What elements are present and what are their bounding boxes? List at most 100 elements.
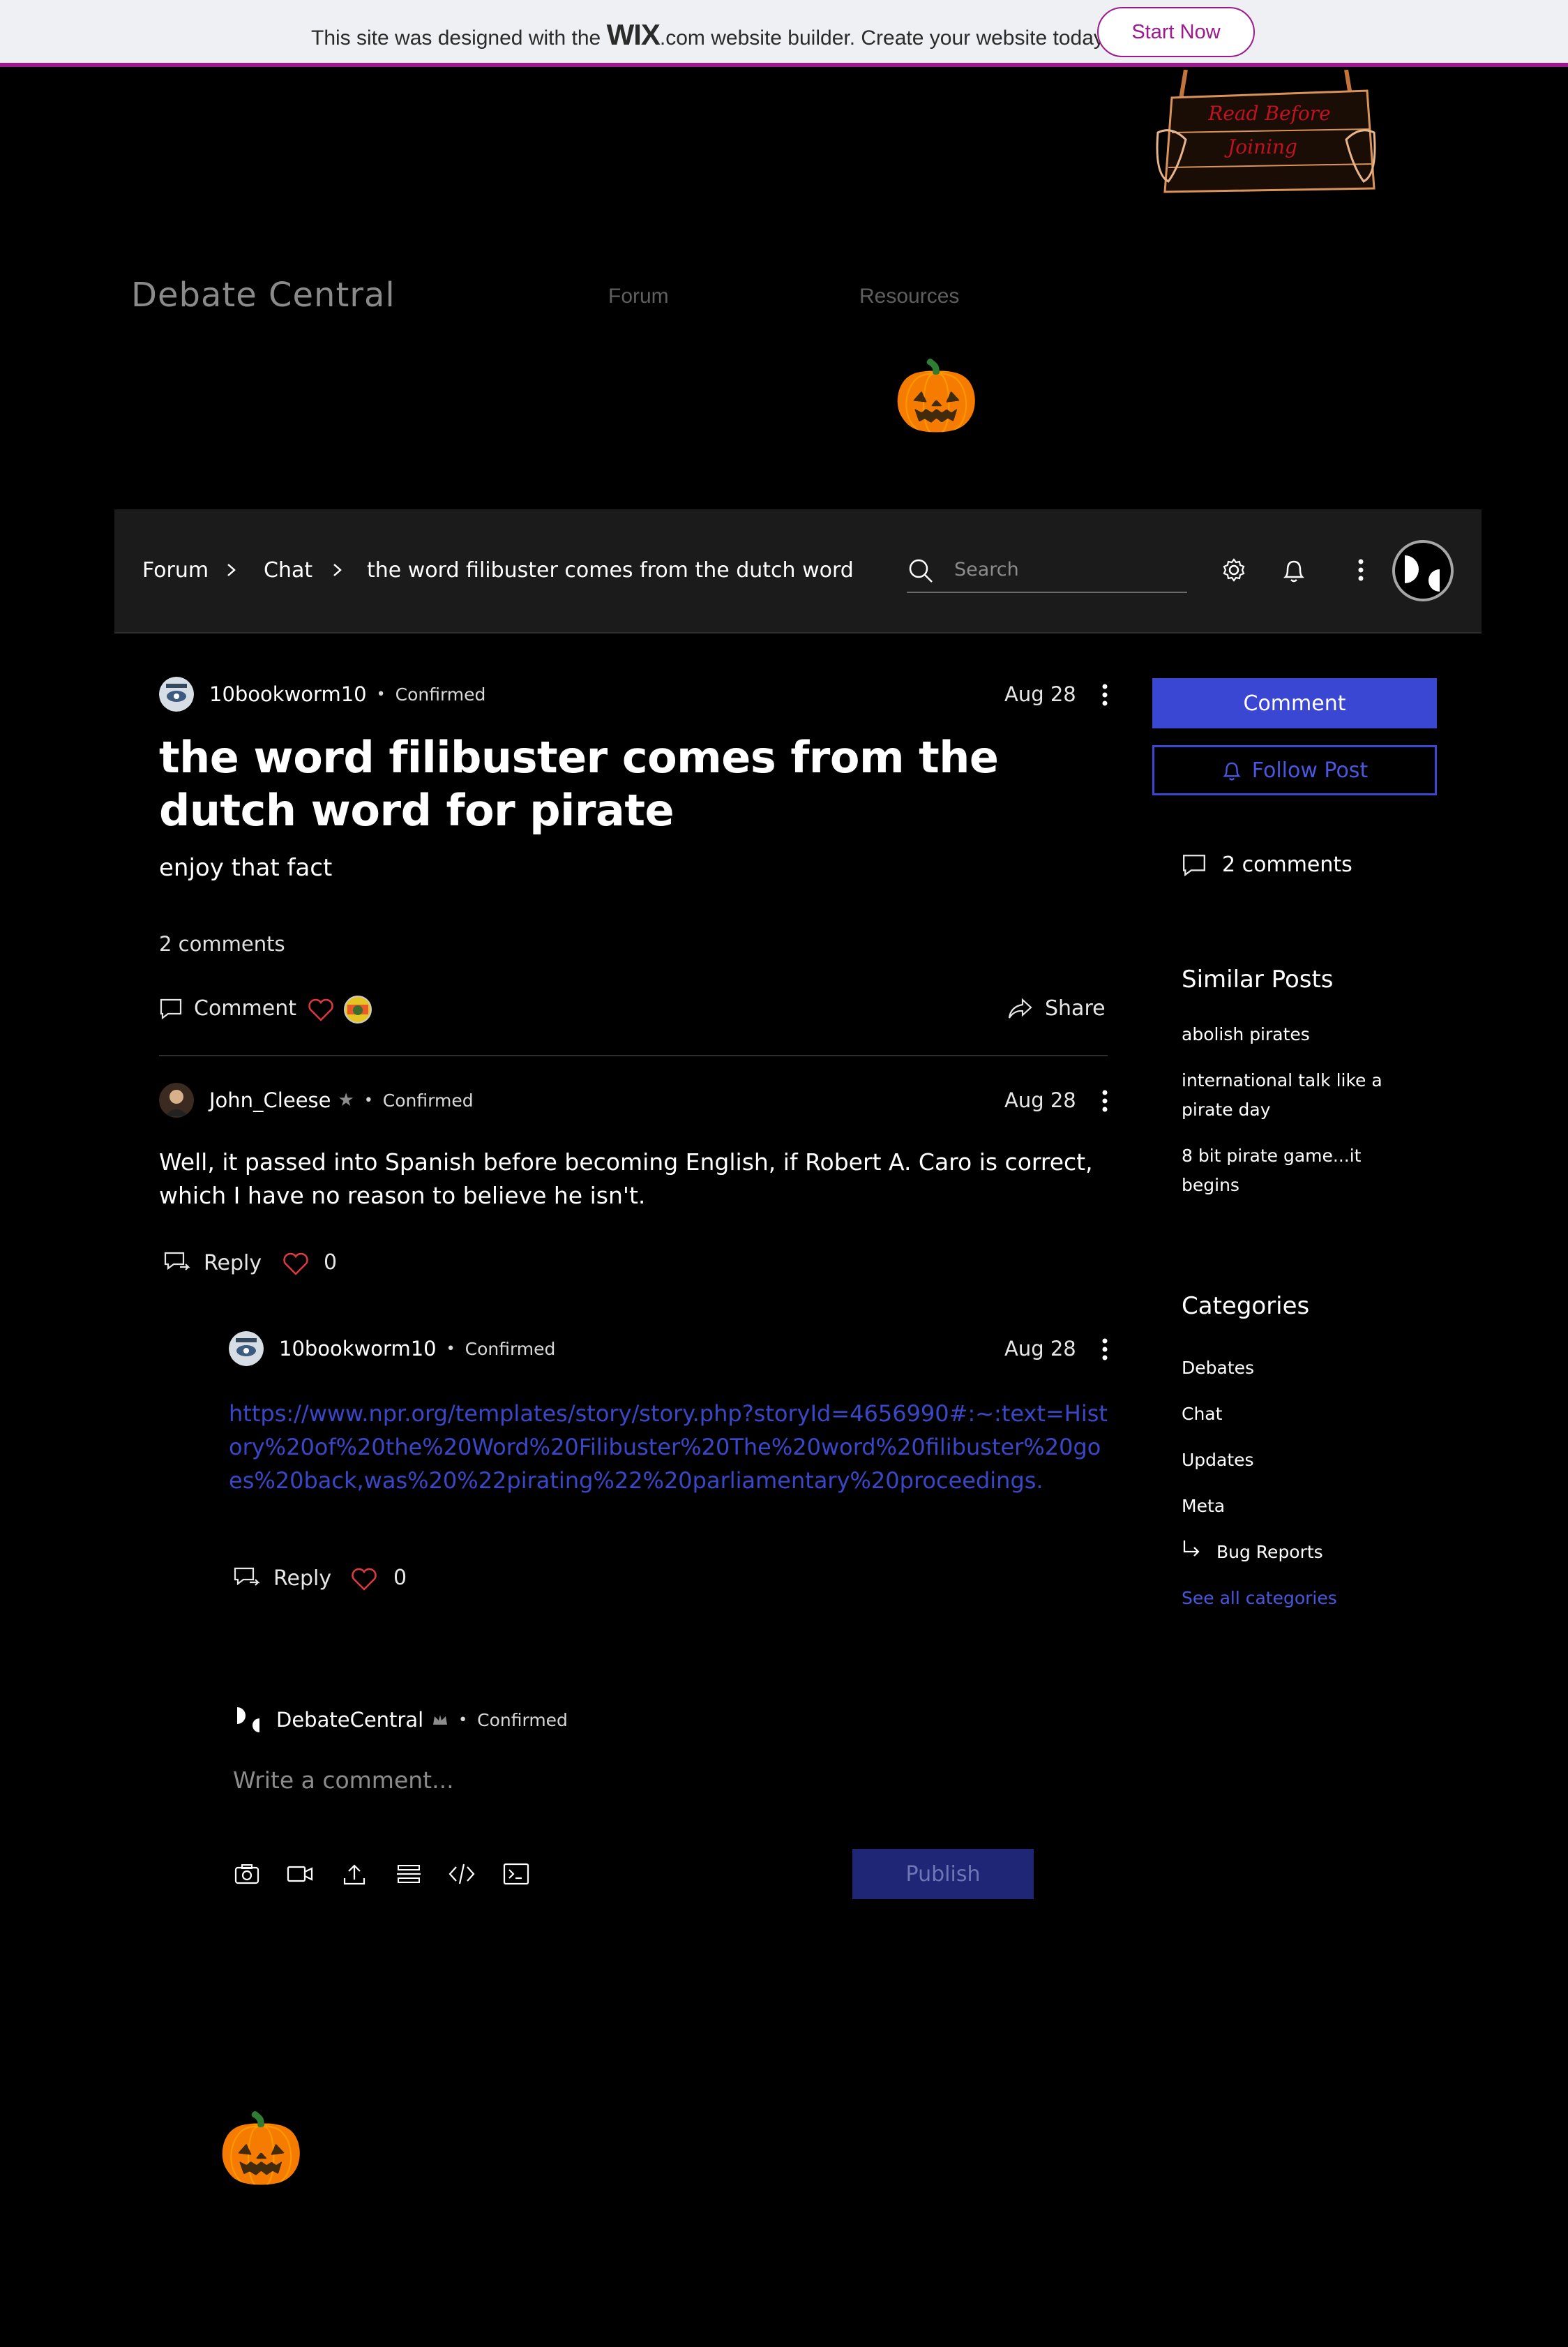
breadcrumb-chat[interactable]: Chat	[264, 558, 312, 583]
separator-dot: •	[376, 685, 386, 703]
wix-banner: This site was designed with the WIX.com …	[0, 0, 1568, 67]
bookworm-avatar-icon	[159, 677, 194, 712]
search-input[interactable]	[954, 555, 1177, 583]
reply-button[interactable]: Reply	[163, 1250, 262, 1275]
author-name[interactable]: John_Cleese	[209, 1088, 331, 1112]
like-count: 0	[324, 1250, 338, 1275]
author-name[interactable]: 10bookworm10	[209, 682, 367, 706]
category-link-bug-reports[interactable]: Bug Reports	[1216, 1538, 1447, 1567]
comment-input[interactable]: Write a comment...	[233, 1767, 454, 1794]
liker-avatar[interactable]	[343, 995, 372, 1024]
post-date: Aug 28	[1004, 682, 1076, 706]
notifications-button[interactable]	[1276, 553, 1311, 587]
crown-icon	[433, 1715, 448, 1725]
avatar[interactable]	[159, 1083, 194, 1118]
more-icon	[1358, 559, 1364, 581]
pumpkin-icon: 🎃	[218, 2108, 305, 2189]
code-icon[interactable]	[448, 1860, 476, 1888]
chevron-right-icon	[227, 564, 236, 576]
reply-button[interactable]: Reply	[233, 1566, 331, 1591]
heart-icon[interactable]	[307, 998, 335, 1023]
breadcrumb-current-post: the word filibuster comes from the dutch…	[367, 558, 855, 583]
confirmed-badge: Confirmed	[465, 1338, 556, 1359]
similar-posts-heading: Similar Posts	[1182, 966, 1334, 993]
john-cleese-avatar-icon	[159, 1083, 194, 1118]
post-title: the word filibuster comes from the dutch…	[159, 732, 999, 836]
subcategory-arrow-icon	[1183, 1540, 1200, 1557]
post-more-icon[interactable]	[1098, 681, 1112, 709]
like-count: 0	[393, 1566, 407, 1590]
comment-icon	[1183, 854, 1205, 876]
reply-author-row: 10bookworm10 • Confirmed	[229, 1331, 555, 1366]
comment-icon	[160, 998, 182, 1019]
chevron-right-icon	[333, 564, 342, 576]
share-icon	[1008, 997, 1032, 1019]
upload-icon[interactable]	[340, 1860, 368, 1888]
author-name[interactable]: 10bookworm10	[279, 1337, 437, 1360]
avatar[interactable]	[229, 1331, 264, 1366]
banner-text: This site was designed with the WIX.com …	[311, 18, 1108, 52]
separator-dot: •	[363, 1091, 373, 1109]
avatar[interactable]	[159, 677, 194, 712]
breadcrumb-forum[interactable]: Forum	[142, 558, 209, 583]
reply-more-icon[interactable]	[1098, 1335, 1112, 1363]
reply-icon	[234, 1567, 260, 1586]
category-link-meta[interactable]: Meta	[1182, 1492, 1412, 1521]
post-comment-button[interactable]: Comment	[159, 996, 296, 1021]
similar-post-link[interactable]: international talk like a pirate day	[1182, 1066, 1412, 1125]
debate-central-logo-icon	[1405, 555, 1440, 592]
comment-date: Aug 28	[1004, 1088, 1076, 1112]
search-icon	[909, 559, 933, 583]
user-avatar[interactable]	[1392, 540, 1454, 601]
confirmed-badge: Confirmed	[382, 1090, 474, 1111]
video-icon[interactable]	[286, 1860, 314, 1888]
post-body: enjoy that fact	[159, 854, 333, 882]
forum-toolbar: Forum Chat the word filibuster comes fro…	[114, 509, 1482, 633]
more-options-button[interactable]	[1343, 553, 1378, 587]
comment-button[interactable]: Comment	[1152, 678, 1437, 728]
divider-icon[interactable]	[395, 1860, 423, 1888]
divider	[159, 1055, 1108, 1056]
sign-text-line1: Read Before	[1207, 102, 1331, 125]
separator-dot: •	[458, 1711, 468, 1729]
category-link-debates[interactable]: Debates	[1182, 1354, 1412, 1383]
pumpkin-icon: 🎃	[893, 355, 980, 437]
follow-post-button[interactable]: Follow Post	[1152, 745, 1437, 795]
heart-icon[interactable]	[282, 1252, 310, 1277]
bookworm-avatar-icon	[229, 1331, 264, 1366]
category-link-updates[interactable]: Updates	[1182, 1446, 1412, 1475]
terminal-icon[interactable]	[502, 1860, 530, 1888]
nav-resources[interactable]: Resources	[859, 285, 959, 308]
wix-logo: WIX.com	[606, 18, 705, 51]
author-name: DebateCentral	[276, 1708, 424, 1732]
post-author-row: 10bookworm10 • Confirmed	[159, 677, 485, 712]
post-comment-count: 2 comments	[159, 932, 285, 956]
gear-icon	[1223, 558, 1245, 582]
debate-central-logo-icon	[237, 1707, 259, 1732]
category-link-chat[interactable]: Chat	[1182, 1400, 1412, 1429]
read-before-joining-sign[interactable]: Read Before Joining	[1144, 70, 1388, 195]
nav-forum[interactable]: Forum	[608, 285, 669, 308]
similar-post-link[interactable]: abolish pirates	[1182, 1020, 1412, 1049]
camera-icon[interactable]	[233, 1860, 261, 1888]
publish-button[interactable]: Publish	[852, 1849, 1034, 1899]
star-icon: ★	[338, 1090, 354, 1111]
reply-icon	[164, 1252, 190, 1270]
comment-author-row: John_Cleese ★ • Confirmed	[159, 1083, 474, 1118]
comment-more-icon[interactable]	[1098, 1087, 1112, 1115]
bell-icon	[1222, 762, 1241, 781]
see-all-categories-link[interactable]: See all categories	[1182, 1584, 1412, 1613]
similar-post-link[interactable]: 8 bit pirate game...it begins	[1182, 1141, 1412, 1200]
separator-dot: •	[446, 1340, 455, 1358]
avatar	[233, 1704, 264, 1735]
search-box[interactable]	[907, 548, 1187, 593]
composer-author-row: DebateCentral • Confirmed	[233, 1702, 568, 1737]
reply-link[interactable]: https://www.npr.org/templates/story/stor…	[229, 1397, 1110, 1497]
reply-date: Aug 28	[1004, 1337, 1076, 1360]
banner-text-before: This site was designed with the	[311, 27, 601, 50]
site-title[interactable]: Debate Central	[131, 276, 395, 315]
heart-icon[interactable]	[350, 1567, 378, 1592]
share-button[interactable]: Share	[1007, 996, 1106, 1021]
start-now-button[interactable]: Start Now	[1097, 7, 1255, 57]
settings-button[interactable]	[1216, 553, 1251, 587]
